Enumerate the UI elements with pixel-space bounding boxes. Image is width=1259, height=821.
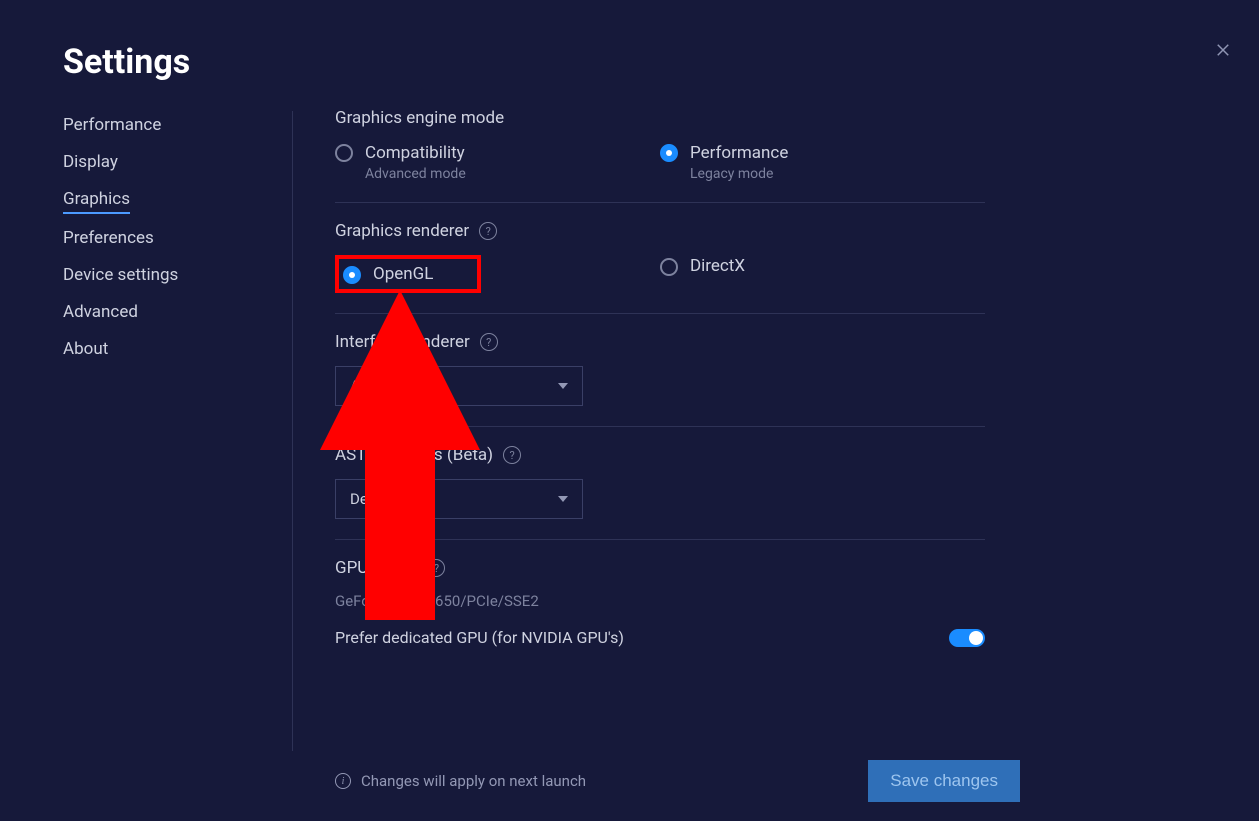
section-title-gpu: GPU in use ? — [335, 558, 985, 578]
footer-note-text: Changes will apply on next launch — [361, 772, 586, 790]
sidebar-item-preferences[interactable]: Preferences — [63, 228, 154, 251]
radio-label: DirectX — [690, 255, 745, 277]
help-icon[interactable]: ? — [480, 333, 498, 351]
radio-sublabel: Advanced mode — [365, 166, 466, 182]
section-title-label: Graphics engine mode — [335, 108, 504, 128]
radio-sublabel: Legacy mode — [690, 166, 788, 182]
save-button[interactable]: Save changes — [868, 760, 1020, 802]
sidebar-item-about[interactable]: About — [63, 339, 108, 362]
radio-renderer-directx[interactable]: DirectX — [660, 255, 985, 277]
chevron-down-icon — [558, 383, 568, 389]
toggle-prefer-gpu[interactable] — [949, 629, 985, 647]
select-value: Default — [350, 490, 398, 508]
section-title-label: Interface renderer — [335, 332, 470, 352]
radio-label: OpenGL — [373, 263, 433, 285]
section-graphics-renderer: Graphics renderer ? OpenGL DirectX — [335, 221, 985, 314]
close-icon — [1214, 41, 1232, 59]
radio-icon — [660, 258, 678, 276]
sidebar: Performance Display Graphics Preferences… — [63, 111, 293, 751]
sidebar-item-device-settings[interactable]: Device settings — [63, 265, 178, 288]
select-astc[interactable]: Default — [335, 479, 583, 519]
section-gpu: GPU in use ? GeForce GTX 1650/PCIe/SSE2 … — [335, 558, 985, 667]
radio-label: Performance — [690, 142, 788, 164]
radio-engine-performance[interactable]: Performance Legacy mode — [660, 142, 985, 182]
section-title-interface: Interface renderer ? — [335, 332, 985, 352]
sidebar-item-advanced[interactable]: Advanced — [63, 302, 138, 325]
radio-icon — [660, 144, 678, 162]
section-title-label: Graphics renderer — [335, 221, 469, 241]
page-title: Settings — [63, 42, 190, 82]
sidebar-item-display[interactable]: Display — [63, 152, 118, 175]
sidebar-item-graphics[interactable]: Graphics — [63, 189, 130, 214]
sidebar-item-performance[interactable]: Performance — [63, 115, 161, 138]
gpu-value: GeForce GTX 1650/PCIe/SSE2 — [335, 592, 985, 610]
section-engine-mode: Graphics engine mode Compatibility Advan… — [335, 108, 985, 203]
footer: i Changes will apply on next launch Save… — [335, 760, 1020, 802]
settings-content: Graphics engine mode Compatibility Advan… — [335, 108, 985, 685]
section-title-renderer: Graphics renderer ? — [335, 221, 985, 241]
select-interface-renderer[interactable]: Auto — [335, 366, 583, 406]
help-icon[interactable]: ? — [427, 559, 445, 577]
section-title-label: GPU in use — [335, 558, 417, 578]
chevron-down-icon — [558, 496, 568, 502]
close-button[interactable] — [1209, 36, 1237, 64]
section-title-label: ASTC textures (Beta) — [335, 445, 493, 465]
section-interface-renderer: Interface renderer ? Auto — [335, 332, 985, 427]
radio-icon — [343, 266, 361, 284]
section-title-astc: ASTC textures (Beta) ? — [335, 445, 985, 465]
radio-label: Compatibility — [365, 142, 466, 164]
radio-icon — [335, 144, 353, 162]
help-icon[interactable]: ? — [479, 222, 497, 240]
footer-note: i Changes will apply on next launch — [335, 772, 586, 790]
radio-renderer-opengl[interactable]: OpenGL — [343, 263, 433, 285]
section-title-engine: Graphics engine mode — [335, 108, 985, 128]
help-icon[interactable]: ? — [503, 446, 521, 464]
info-icon: i — [335, 773, 351, 789]
highlight-opengl: OpenGL — [335, 255, 481, 293]
radio-engine-compatibility[interactable]: Compatibility Advanced mode — [335, 142, 660, 182]
select-value: Auto — [350, 377, 381, 395]
section-astc: ASTC textures (Beta) ? Default — [335, 445, 985, 540]
prefer-gpu-label: Prefer dedicated GPU (for NVIDIA GPU's) — [335, 628, 624, 647]
